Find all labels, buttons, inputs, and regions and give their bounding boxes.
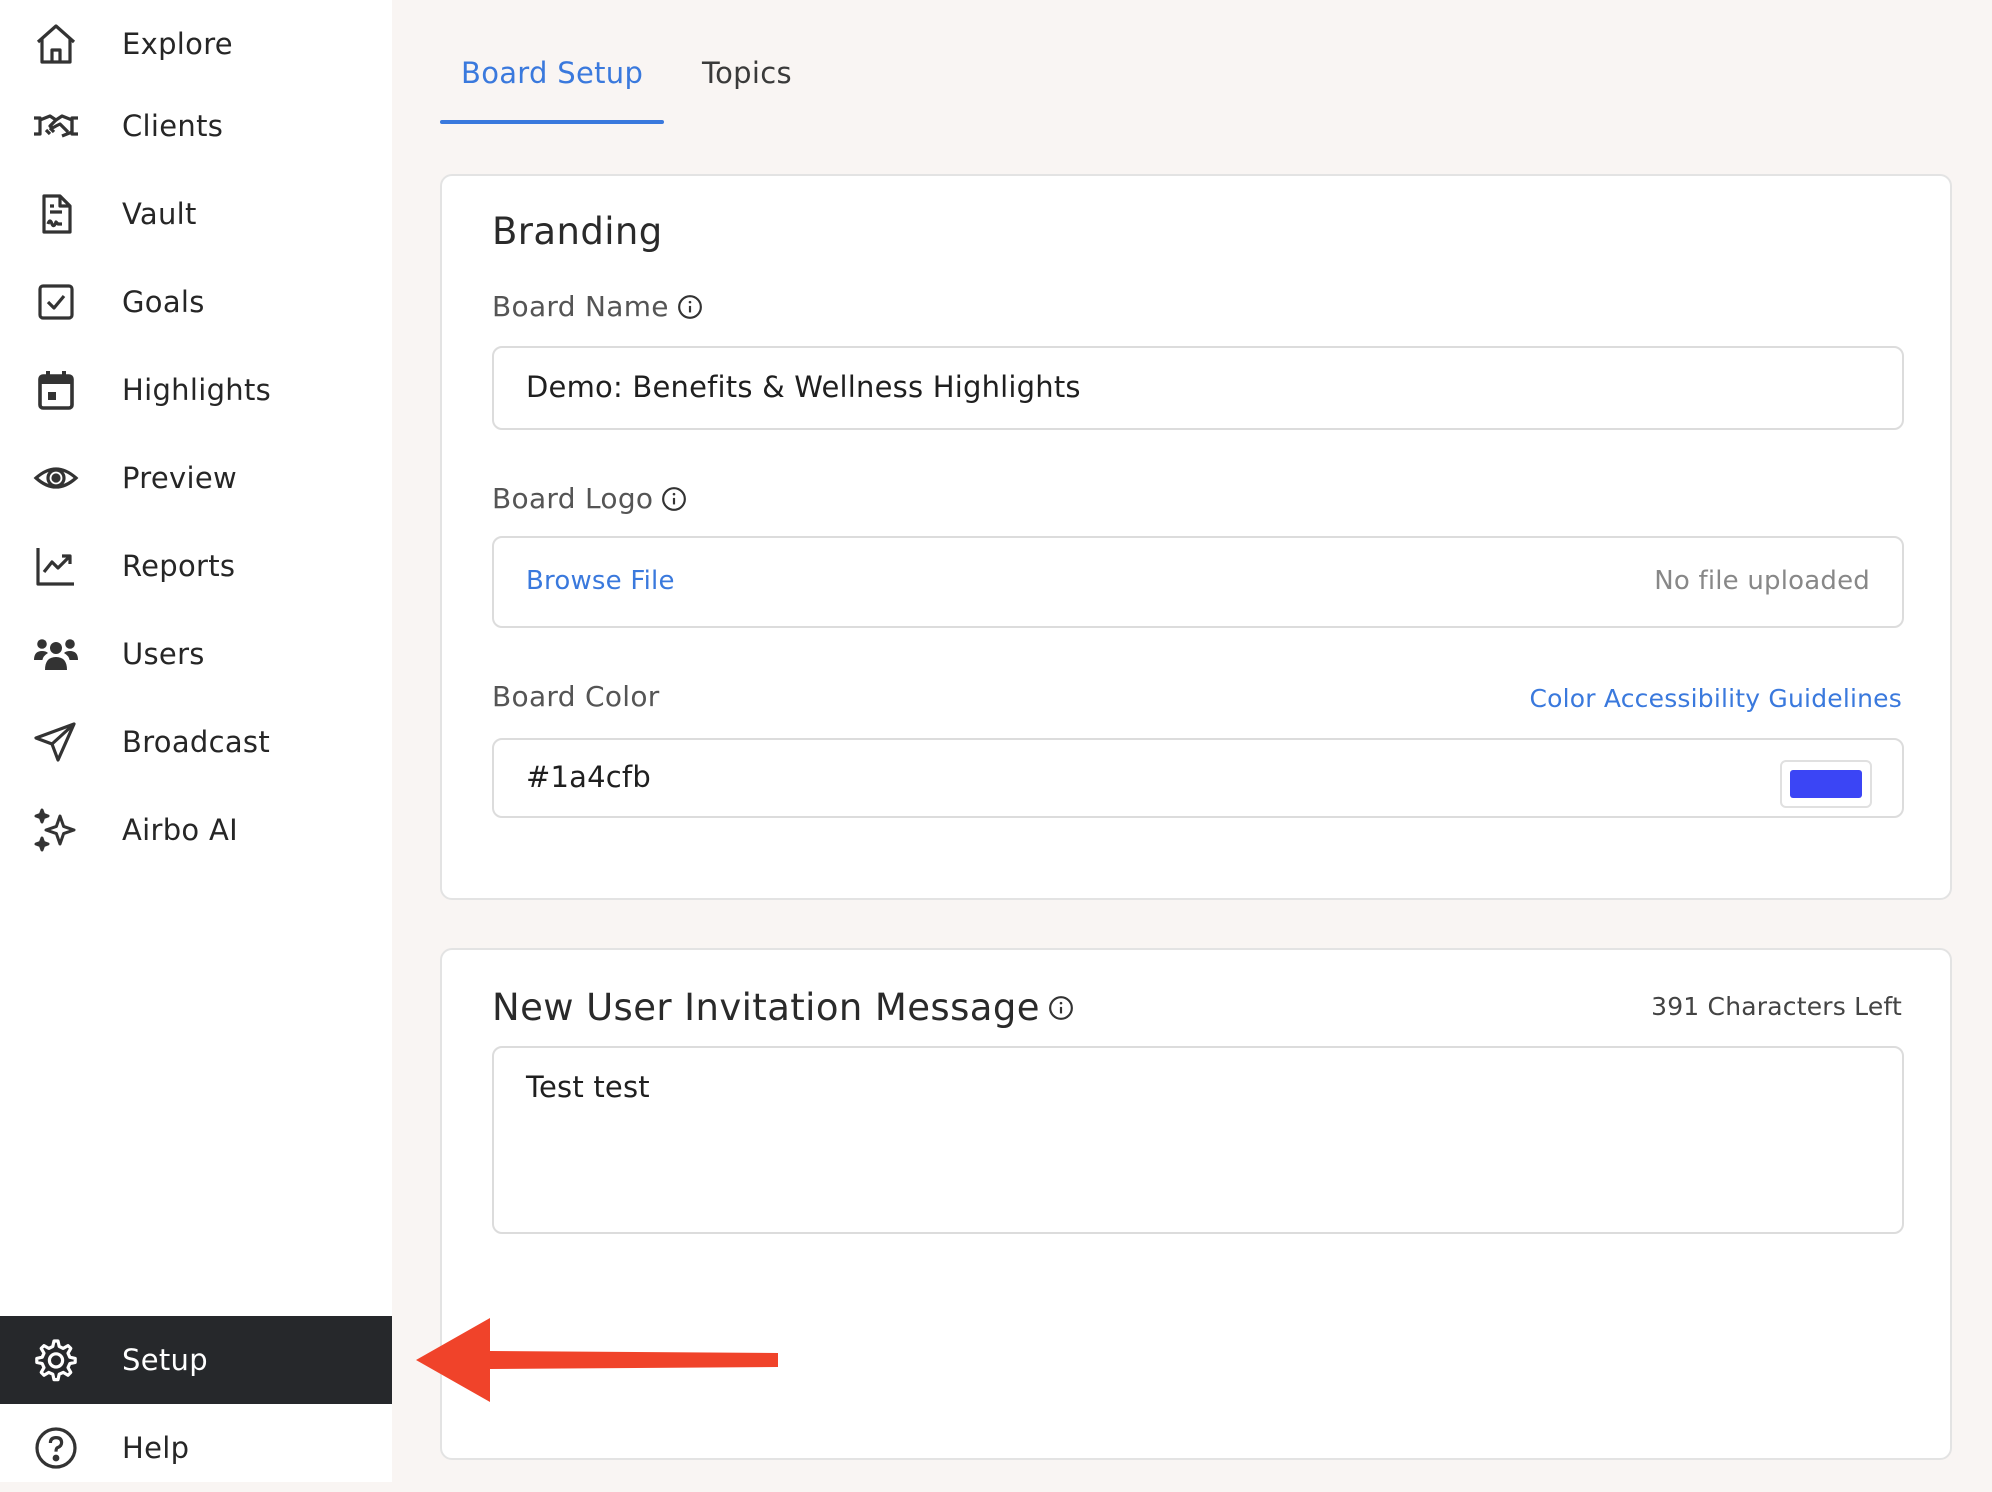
invitation-title-text: New User Invitation Message bbox=[492, 986, 1040, 1029]
sidebar-item-users[interactable]: Users bbox=[0, 610, 392, 698]
board-color-value: #1a4cfb bbox=[526, 760, 651, 794]
sidebar-item-label: Clients bbox=[122, 109, 224, 143]
info-icon[interactable] bbox=[677, 294, 703, 320]
board-logo-upload: Browse File No file uploaded bbox=[492, 536, 1904, 628]
sidebar-item-clients[interactable]: Clients bbox=[0, 82, 392, 170]
sparkles-icon bbox=[30, 804, 82, 856]
sidebar-item-label: Airbo AI bbox=[122, 813, 238, 847]
board-name-value: Demo: Benefits & Wellness Highlights bbox=[526, 370, 1081, 404]
gear-icon bbox=[30, 1334, 82, 1386]
branding-title: Branding bbox=[492, 210, 663, 253]
sidebar-item-reports[interactable]: Reports bbox=[0, 522, 392, 610]
invitation-title: New User Invitation Message bbox=[492, 986, 1074, 1029]
handshake-icon bbox=[30, 100, 82, 152]
active-tab-indicator bbox=[440, 120, 664, 124]
sidebar-item-label: Explore bbox=[122, 27, 233, 61]
annotation-arrow bbox=[416, 1318, 778, 1402]
browse-file-button[interactable]: Browse File bbox=[526, 566, 675, 596]
upload-status-text: No file uploaded bbox=[1654, 566, 1870, 596]
sidebar-item-setup[interactable]: Setup bbox=[0, 1316, 392, 1404]
sidebar-item-label: Help bbox=[122, 1431, 190, 1465]
board-logo-label-text: Board Logo bbox=[492, 482, 654, 515]
board-name-label-text: Board Name bbox=[492, 290, 669, 323]
color-picker-swatch[interactable] bbox=[1780, 760, 1872, 808]
chart-trend-icon bbox=[30, 540, 82, 592]
invitation-message-text: Test test bbox=[526, 1070, 650, 1104]
color-accessibility-guidelines-link[interactable]: Color Accessibility Guidelines bbox=[1529, 684, 1902, 713]
sidebar-item-label: Setup bbox=[122, 1343, 208, 1377]
document-icon bbox=[30, 188, 82, 240]
invitation-message-textarea[interactable]: Test test bbox=[492, 1046, 1904, 1234]
sidebar-item-label: Preview bbox=[122, 461, 237, 495]
send-icon bbox=[30, 716, 82, 768]
sidebar-item-preview[interactable]: Preview bbox=[0, 434, 392, 522]
color-swatch bbox=[1790, 770, 1862, 798]
characters-left-counter: 391 Characters Left bbox=[1651, 992, 1902, 1021]
sidebar-item-highlights[interactable]: Highlights bbox=[0, 346, 392, 434]
sidebar-item-label: Vault bbox=[122, 197, 197, 231]
sidebar-item-explore[interactable]: Explore bbox=[0, 0, 392, 88]
eye-icon bbox=[30, 452, 82, 504]
sidebar-item-help[interactable]: Help bbox=[0, 1404, 392, 1492]
info-icon[interactable] bbox=[1048, 995, 1074, 1021]
tab-board-setup[interactable]: Board Setup bbox=[461, 56, 643, 90]
sidebar-item-vault[interactable]: Vault bbox=[0, 170, 392, 258]
sidebar-item-goals[interactable]: Goals bbox=[0, 258, 392, 346]
board-name-label: Board Name bbox=[492, 290, 703, 323]
sidebar-item-label: Goals bbox=[122, 285, 205, 319]
checkbox-icon bbox=[30, 276, 82, 328]
board-color-input[interactable]: #1a4cfb bbox=[492, 738, 1904, 818]
board-color-label: Board Color bbox=[492, 680, 660, 713]
info-icon[interactable] bbox=[661, 486, 687, 512]
sidebar-item-label: Broadcast bbox=[122, 725, 270, 759]
sidebar-item-label: Users bbox=[122, 637, 205, 671]
board-name-input[interactable]: Demo: Benefits & Wellness Highlights bbox=[492, 346, 1904, 430]
sidebar-item-broadcast[interactable]: Broadcast bbox=[0, 698, 392, 786]
users-icon bbox=[30, 628, 82, 680]
sidebar: Explore Clients Vault Goals Highlights P… bbox=[0, 0, 392, 1482]
home-icon bbox=[30, 18, 82, 70]
calendar-icon bbox=[30, 364, 82, 416]
tab-topics[interactable]: Topics bbox=[702, 56, 792, 90]
question-circle-icon bbox=[30, 1422, 82, 1474]
board-logo-label: Board Logo bbox=[492, 482, 687, 515]
sidebar-item-airbo-ai[interactable]: Airbo AI bbox=[0, 786, 392, 874]
sidebar-item-label: Highlights bbox=[122, 373, 272, 407]
branding-card: Branding Board Name Demo: Benefits & Wel… bbox=[440, 174, 1952, 900]
sidebar-item-label: Reports bbox=[122, 549, 236, 583]
